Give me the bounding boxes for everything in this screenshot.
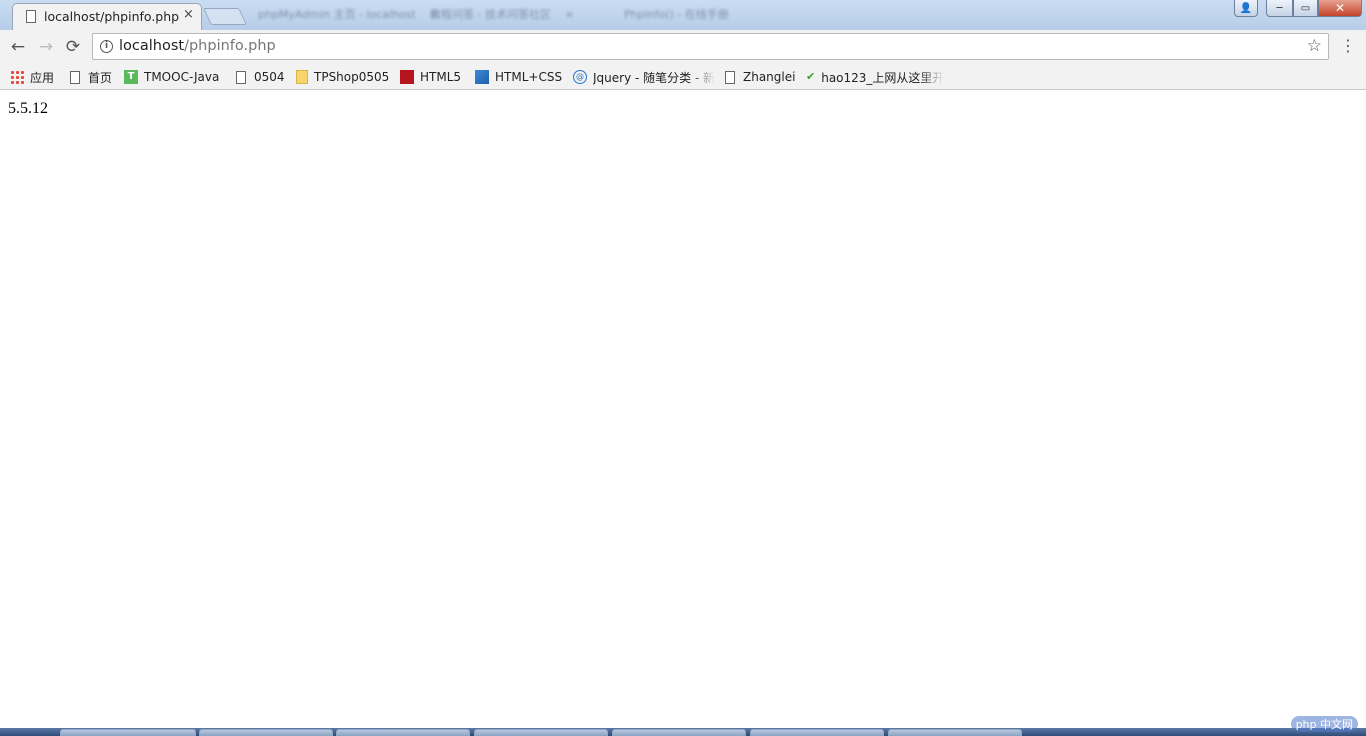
- tab-background[interactable]: phpMyAdmin 主页 - localhost ×: [258, 6, 439, 24]
- close-window-button[interactable]: ✕: [1318, 0, 1362, 17]
- page-icon: [236, 70, 246, 84]
- taskbar-button[interactable]: [888, 729, 1022, 736]
- folder-icon: [296, 70, 308, 84]
- maximize-button[interactable]: ▭: [1293, 0, 1318, 17]
- version-text: 5.5.12: [8, 100, 48, 117]
- bookmark-tpshop0505[interactable]: TPShop0505: [296, 68, 389, 86]
- star-icon[interactable]: ☆: [1307, 36, 1322, 56]
- window-controls: 👤 ─ ▭ ✕: [1234, 0, 1362, 18]
- reload-icon[interactable]: ⟳: [63, 37, 83, 57]
- bookmark-zhanglei[interactable]: Zhanglei: [723, 68, 795, 86]
- bookmark-0504[interactable]: 0504: [234, 68, 285, 86]
- bookmark-html-css[interactable]: HTML+CSS: [475, 68, 562, 86]
- tmooc-icon: T: [124, 70, 138, 84]
- url-text: localhost/phpinfo.php: [119, 38, 276, 54]
- tab-title: localhost/phpinfo.php: [44, 9, 180, 24]
- page-icon: [26, 10, 36, 23]
- bookmark-homepage[interactable]: 首页: [68, 68, 112, 86]
- user-icon[interactable]: 👤: [1234, 0, 1258, 17]
- info-icon[interactable]: i: [100, 40, 113, 53]
- bookmark-apps[interactable]: 应用: [10, 68, 54, 86]
- taskbar-button[interactable]: [60, 729, 196, 736]
- watermark-badge: php 中文网: [1290, 716, 1358, 732]
- close-tab-icon[interactable]: ×: [183, 7, 194, 22]
- tab-background[interactable]: Phpinfo() - 在线手册: [624, 6, 729, 24]
- back-arrow-icon[interactable]: ←: [8, 37, 28, 57]
- bookmarks-bar: 应用 首页 T TMOOC-Java 0504 TPShop0505 HTML5 …: [0, 64, 1366, 90]
- page-icon: [70, 70, 80, 84]
- tab-active[interactable]: localhost/phpinfo.php ×: [12, 3, 202, 30]
- new-tab-button[interactable]: [203, 8, 247, 25]
- forward-arrow-icon[interactable]: →: [36, 37, 56, 57]
- page-content: 5.5.12: [0, 90, 1366, 728]
- bookmark-jquery[interactable]: @ Jquery - 随笔分类 - 新: [573, 68, 715, 86]
- bookmark-html5[interactable]: HTML5: [400, 68, 461, 86]
- taskbar-button[interactable]: [336, 729, 470, 736]
- address-bar[interactable]: i localhost/phpinfo.php ☆: [92, 33, 1329, 60]
- menu-icon[interactable]: ⋮: [1340, 36, 1356, 56]
- red-logo-icon: [400, 70, 414, 84]
- bookmark-tmooc-java[interactable]: T TMOOC-Java: [124, 68, 219, 86]
- os-taskbar: [0, 728, 1366, 736]
- taskbar-button[interactable]: [750, 729, 884, 736]
- minimize-button[interactable]: ─: [1266, 0, 1293, 17]
- taskbar-button[interactable]: [612, 729, 746, 736]
- page-icon: [725, 70, 735, 84]
- browser-toolbar: ← → ⟳ i localhost/phpinfo.php ☆ ⋮: [0, 30, 1366, 64]
- taskbar-button[interactable]: [199, 729, 333, 736]
- taskbar-button[interactable]: [474, 729, 608, 736]
- apps-grid-icon: [10, 70, 24, 84]
- title-bar: localhost/phpinfo.php × phpMyAdmin 主页 - …: [0, 0, 1366, 30]
- hao123-icon: ✔: [806, 70, 816, 83]
- tab-background[interactable]: 教程问答 - 技术问答社区 ×: [430, 6, 574, 24]
- blue-logo-icon: [475, 70, 489, 84]
- circle-logo-icon: @: [573, 70, 587, 84]
- bookmark-hao123[interactable]: ✔ hao123_上网从这里开: [806, 68, 944, 86]
